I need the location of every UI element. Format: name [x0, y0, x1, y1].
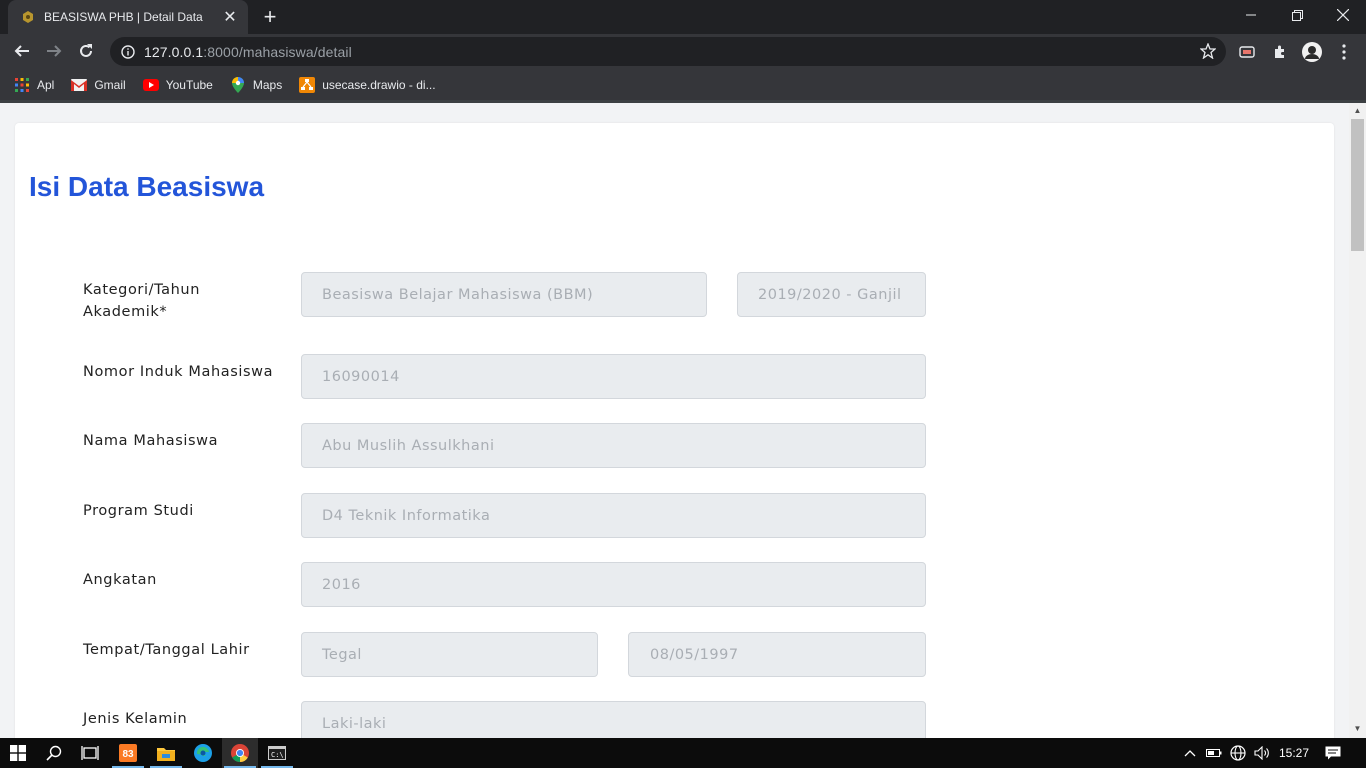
- volume-icon[interactable]: [1252, 738, 1272, 768]
- chrome-browser-icon[interactable]: [222, 738, 258, 768]
- browser-tab-active[interactable]: BEASISWA PHB | Detail Data ✕: [8, 0, 248, 34]
- tray-chevron-up-icon[interactable]: [1180, 738, 1200, 768]
- bookmark-youtube[interactable]: YouTube: [142, 77, 213, 93]
- maps-pin-icon: [230, 77, 246, 93]
- more-menu-icon[interactable]: [1334, 42, 1354, 62]
- windows-start-icon[interactable]: [0, 738, 36, 768]
- bookmark-gmail[interactable]: Gmail: [71, 77, 126, 93]
- address-bar[interactable]: 127.0.0.1:8000/mahasiswa/detail: [110, 37, 1226, 66]
- nim-field[interactable]: 16090014: [301, 354, 926, 399]
- scroll-thumb[interactable]: [1351, 119, 1364, 251]
- apps-grid-icon: [14, 77, 30, 93]
- site-info-icon[interactable]: [120, 44, 136, 60]
- tab-strip: BEASISWA PHB | Detail Data ✕ +: [0, 0, 1366, 34]
- reload-icon[interactable]: [72, 37, 100, 65]
- url-text: 127.0.0.1:8000/mahasiswa/detail: [144, 43, 352, 60]
- back-arrow-icon[interactable]: [8, 37, 36, 65]
- bookmark-drawio[interactable]: usecase.drawio - di...: [299, 77, 436, 93]
- search-icon[interactable]: [36, 738, 72, 768]
- tab-close-icon[interactable]: ✕: [220, 7, 240, 27]
- extensions-puzzle-icon[interactable]: [1270, 42, 1290, 62]
- bookmarks-bar: Apl Gmail YouTube Maps usecase.drawio - …: [0, 70, 1366, 100]
- bookmark-maps[interactable]: Maps: [230, 77, 282, 93]
- form-card: Isi Data Beasiswa Kategori/Tahun Akademi…: [15, 123, 1334, 738]
- ttl-label: Tempat/Tanggal Lahir: [83, 642, 250, 658]
- new-tab-icon[interactable]: +: [258, 5, 282, 29]
- site-favicon-icon: [20, 9, 36, 25]
- svg-text:83: 83: [122, 749, 134, 760]
- forward-arrow-icon[interactable]: [40, 37, 68, 65]
- prodi-label: Program Studi: [83, 503, 194, 519]
- tanggal-lahir-field[interactable]: 08/05/1997: [628, 632, 926, 677]
- file-explorer-icon[interactable]: [148, 738, 184, 768]
- battery-icon[interactable]: [1204, 738, 1224, 768]
- kategori-field[interactable]: Beasiswa Belajar Mahasiswa (BBM): [301, 272, 707, 317]
- page-scrollbar[interactable]: ▲ ▼: [1349, 103, 1366, 738]
- nama-label: Nama Mahasiswa: [83, 433, 219, 449]
- profile-avatar[interactable]: [1302, 42, 1322, 62]
- bookmark-star-icon[interactable]: [1199, 42, 1217, 60]
- tahun-akademik-field[interactable]: 2019/2020 - Ganjil: [737, 272, 926, 317]
- scroll-down-arrow-icon[interactable]: ▼: [1353, 724, 1362, 733]
- svg-text:C:\: C:\: [271, 751, 284, 759]
- page-viewport: Isi Data Beasiswa Kategori/Tahun Akademi…: [0, 103, 1366, 738]
- restore-icon[interactable]: [1274, 0, 1320, 30]
- xampp-icon[interactable]: 83: [110, 738, 146, 768]
- youtube-icon: [142, 77, 159, 93]
- command-prompt-icon[interactable]: C:\: [259, 738, 295, 768]
- system-clock[interactable]: 15:27: [1276, 738, 1312, 768]
- drawio-icon: [299, 77, 316, 93]
- kategori-tahun-label: Kategori/Tahun Akademik*: [83, 282, 201, 320]
- angkatan-label: Angkatan: [83, 572, 157, 588]
- tempat-lahir-field[interactable]: Tegal: [301, 632, 598, 677]
- windows-taskbar: 83 C:\ 15:27: [0, 738, 1366, 768]
- prodi-field[interactable]: D4 Teknik Informatika: [301, 493, 926, 538]
- bookmark-apl[interactable]: Apl: [14, 77, 54, 93]
- tab-title: BEASISWA PHB | Detail Data: [44, 10, 203, 24]
- scroll-up-arrow-icon[interactable]: ▲: [1353, 106, 1362, 115]
- jenis-kelamin-label: Jenis Kelamin: [83, 711, 188, 727]
- cast-media-icon[interactable]: [1237, 42, 1257, 62]
- edge-browser-icon[interactable]: [185, 738, 221, 768]
- browser-toolbar: 127.0.0.1:8000/mahasiswa/detail: [0, 34, 1366, 70]
- nama-field[interactable]: Abu Muslih Assulkhani: [301, 423, 926, 468]
- page-title: Isi Data Beasiswa: [29, 171, 265, 202]
- network-globe-icon[interactable]: [1228, 738, 1248, 768]
- gmail-icon: [71, 77, 88, 93]
- close-window-icon[interactable]: [1320, 0, 1366, 30]
- notification-center-icon[interactable]: [1322, 738, 1344, 768]
- minimize-icon[interactable]: [1228, 0, 1274, 30]
- task-view-icon[interactable]: [72, 738, 108, 768]
- angkatan-field[interactable]: 2016: [301, 562, 926, 607]
- nim-label: Nomor Induk Mahasiswa: [83, 364, 274, 380]
- jenis-kelamin-field[interactable]: Laki-laki: [301, 701, 926, 738]
